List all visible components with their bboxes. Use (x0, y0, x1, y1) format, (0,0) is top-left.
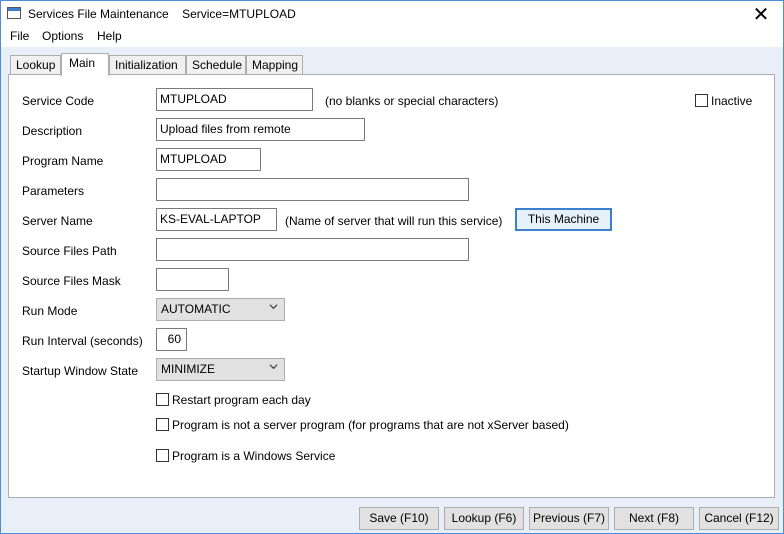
previous-button[interactable]: Previous (F7) (529, 507, 609, 530)
inactive-label: Inactive (711, 94, 753, 108)
title-bar: Services File Maintenance Service=MTUPLO… (1, 1, 783, 27)
program-name-label: Program Name (22, 154, 104, 168)
server-name-input[interactable]: KS-EVAL-LAPTOP (156, 208, 277, 231)
save-button[interactable]: Save (F10) (359, 507, 439, 530)
windows-service-label: Program is a Windows Service (172, 449, 336, 463)
tab-main[interactable]: Main (61, 53, 109, 76)
description-label: Description (22, 124, 83, 138)
restart-each-day-checkbox[interactable] (156, 393, 169, 406)
run-interval-label: Run Interval (seconds) (22, 334, 143, 348)
service-code-input[interactable]: MTUPLOAD (156, 88, 313, 111)
not-server-program-label: Program is not a server program (for pro… (172, 418, 569, 432)
window-title: Services File Maintenance Service=MTUPLO… (28, 7, 296, 21)
chevron-down-icon (269, 304, 278, 310)
startup-window-state-label: Startup Window State (22, 364, 139, 378)
run-mode-label: Run Mode (22, 304, 78, 318)
menu-bar: File Options Help (1, 27, 783, 47)
description-input[interactable]: Upload files from remote (156, 118, 365, 141)
tab-lookup[interactable]: Lookup (10, 55, 61, 75)
next-button[interactable]: Next (F8) (614, 507, 694, 530)
menu-options[interactable]: Options (42, 29, 83, 43)
close-icon[interactable]: ✕ (739, 1, 783, 27)
inactive-checkbox[interactable] (695, 94, 708, 107)
windows-service-checkbox[interactable] (156, 449, 169, 462)
source-files-path-label: Source Files Path (22, 244, 117, 258)
main-tab-panel: Service Code MTUPLOAD (no blanks or spec… (8, 74, 775, 498)
program-name-input[interactable]: MTUPLOAD (156, 148, 261, 171)
run-mode-value: AUTOMATIC (161, 302, 231, 316)
services-file-maintenance-window: Services File Maintenance Service=MTUPLO… (0, 0, 784, 534)
this-machine-button[interactable]: This Machine (515, 208, 612, 231)
source-files-mask-label: Source Files Mask (22, 274, 121, 288)
service-code-hint: (no blanks or special characters) (325, 94, 499, 108)
lookup-button[interactable]: Lookup (F6) (444, 507, 524, 530)
cancel-button[interactable]: Cancel (F12) (699, 507, 779, 530)
tab-schedule[interactable]: Schedule (186, 55, 246, 75)
startup-window-state-value: MINIMIZE (161, 362, 215, 376)
service-code-label: Service Code (22, 94, 95, 108)
source-files-path-input[interactable] (156, 238, 469, 261)
server-name-hint: (Name of server that will run this servi… (285, 214, 503, 228)
tab-initialization[interactable]: Initialization (109, 55, 186, 75)
menu-file[interactable]: File (10, 29, 29, 43)
parameters-input[interactable] (156, 178, 469, 201)
run-interval-input[interactable]: 60 (156, 328, 187, 351)
restart-each-day-label: Restart program each day (172, 393, 311, 407)
source-files-mask-input[interactable] (156, 268, 229, 291)
run-mode-select[interactable]: AUTOMATIC (156, 298, 285, 321)
server-name-label: Server Name (22, 214, 93, 228)
window-icon (7, 7, 21, 19)
not-server-program-checkbox[interactable] (156, 418, 169, 431)
chevron-down-icon (269, 364, 278, 370)
parameters-label: Parameters (22, 184, 85, 198)
startup-window-state-select[interactable]: MINIMIZE (156, 358, 285, 381)
tab-mapping[interactable]: Mapping (246, 55, 303, 75)
menu-help[interactable]: Help (97, 29, 122, 43)
